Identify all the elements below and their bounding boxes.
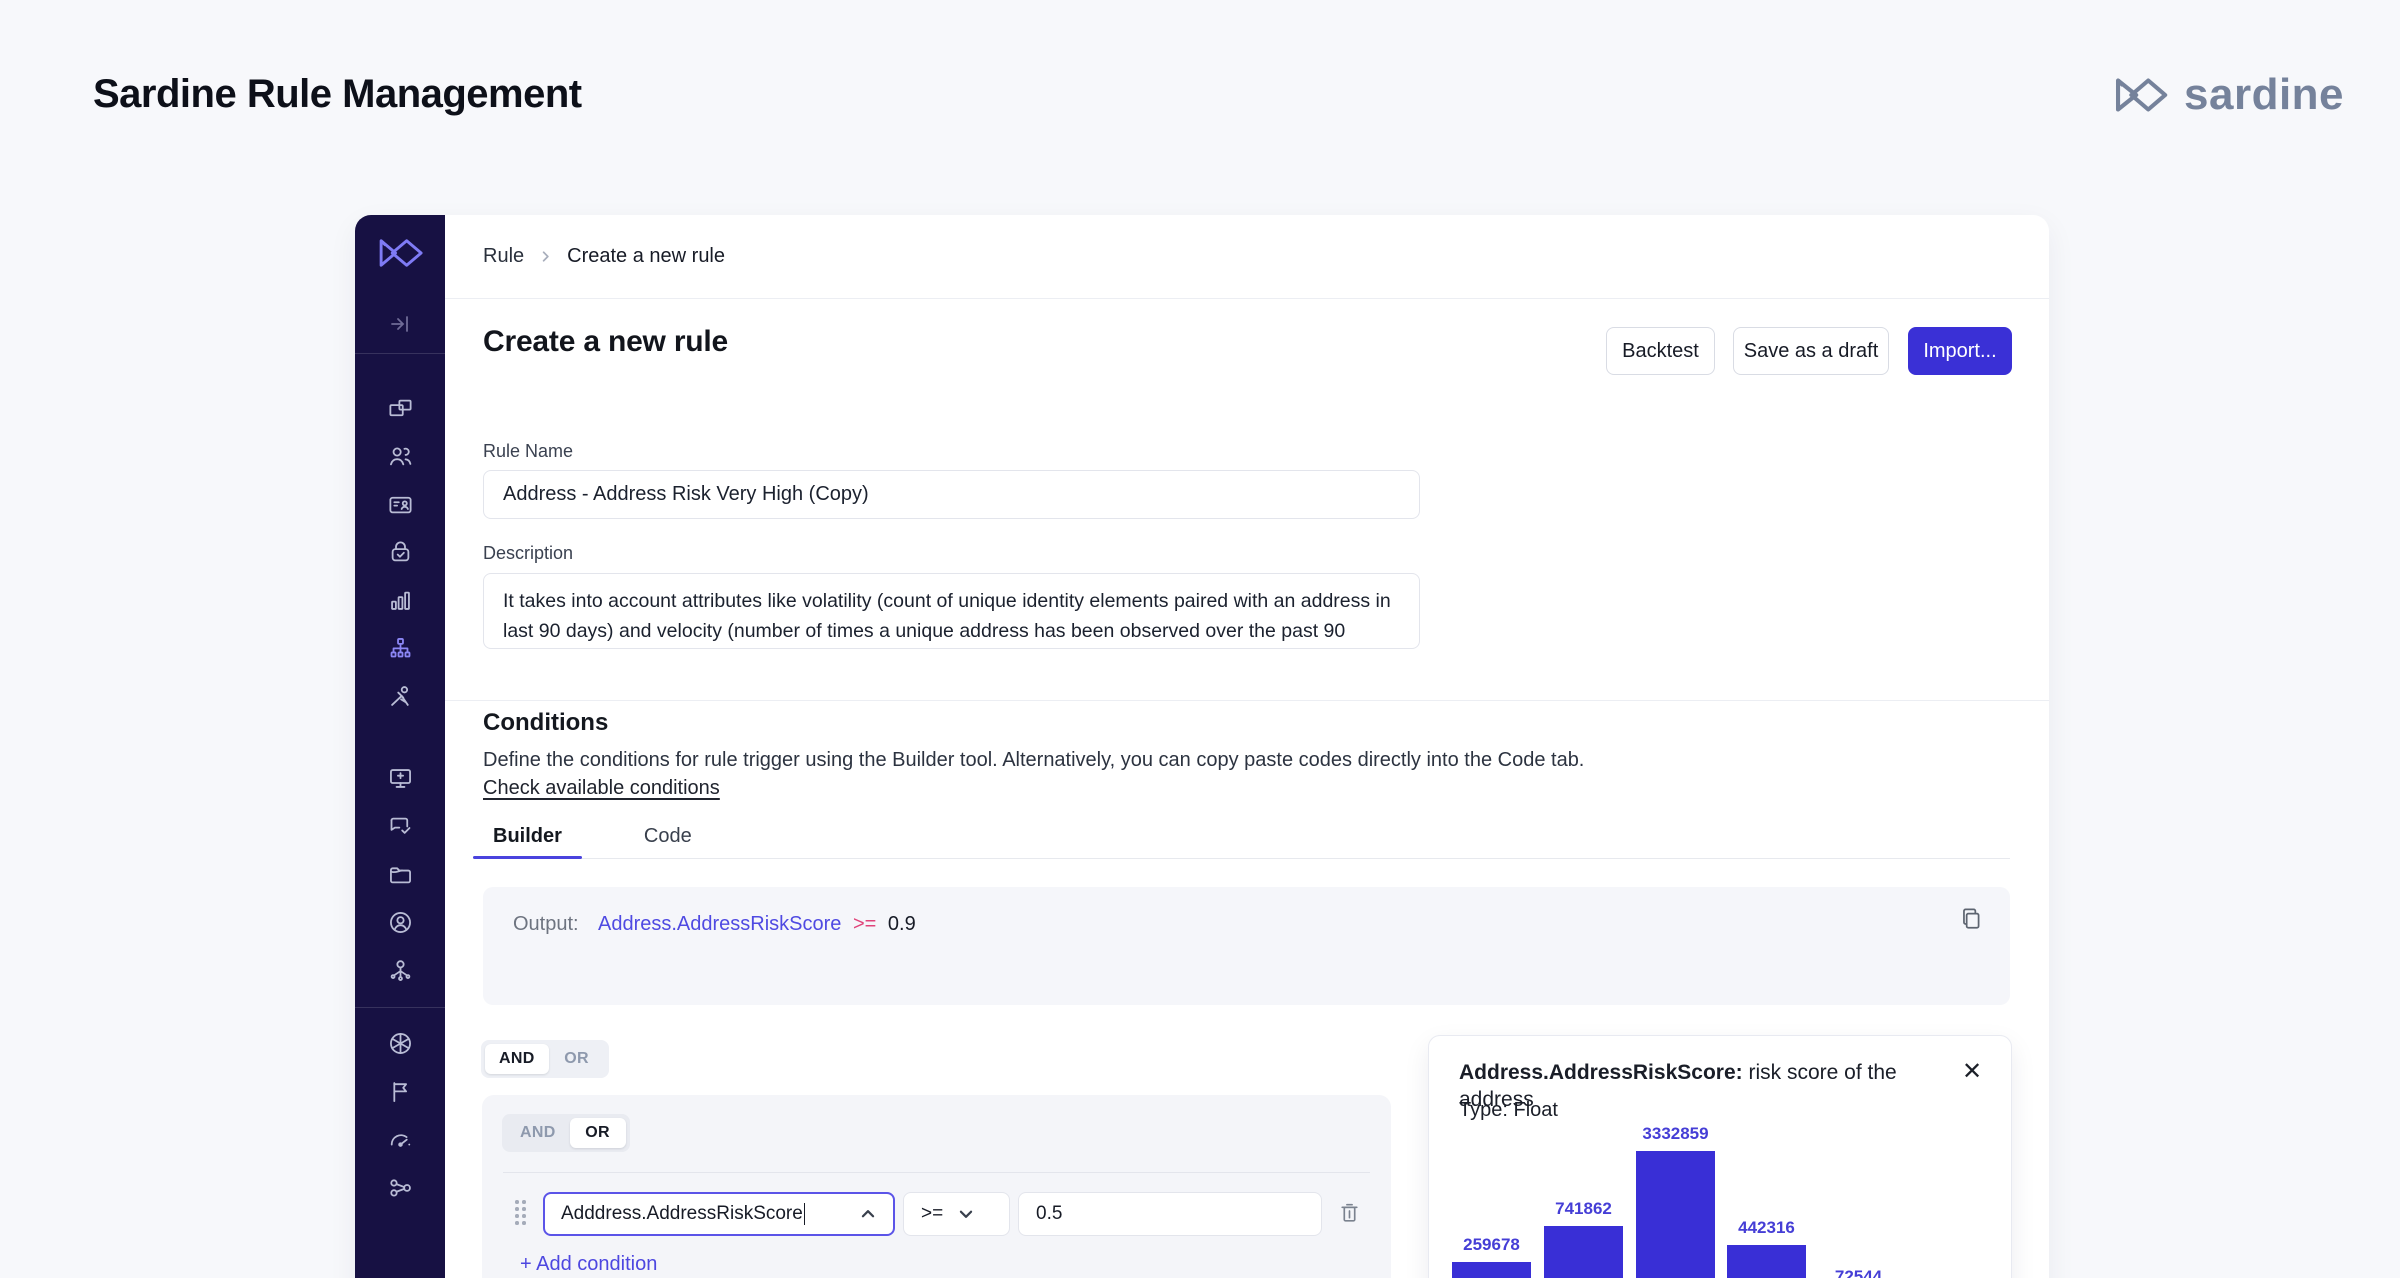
attribute-info-card: 259678 741862 3332859 442316 72544 Address.A…: [1428, 1035, 2012, 1278]
sidebar-item-gauge[interactable]: [355, 1126, 445, 1153]
copy-icon[interactable]: [1958, 905, 1988, 935]
group-or-option[interactable]: OR: [570, 1118, 626, 1148]
tab-code[interactable]: Code: [634, 823, 702, 858]
group-and-or-toggle: AND OR: [502, 1114, 630, 1152]
conditions-description: Define the conditions for rule trigger u…: [483, 749, 1584, 772]
description-label: Description: [483, 543, 573, 564]
group-and-option[interactable]: AND: [506, 1118, 570, 1148]
sidebar-item-user-circle[interactable]: [355, 909, 445, 936]
main-card: Rule Create a new rule Create a new rule…: [355, 215, 2049, 1278]
import-button[interactable]: Import...: [1908, 327, 2012, 375]
sidebar-logo[interactable]: [355, 233, 445, 273]
condition-value-input[interactable]: [1018, 1192, 1322, 1236]
chart-bar-label: 72544: [1789, 1267, 1929, 1278]
rule-name-input[interactable]: [483, 470, 1420, 519]
condition-field-input[interactable]: Adddress.AddressRiskScore: [543, 1192, 895, 1236]
trash-icon[interactable]: [1337, 1200, 1365, 1228]
sidebar-item-chat-check[interactable]: [355, 813, 445, 840]
condition-operator-select[interactable]: >=: [903, 1192, 1010, 1236]
close-icon[interactable]: ✕: [1957, 1056, 1987, 1086]
drag-handle[interactable]: [515, 1200, 529, 1230]
sidebar-item-person-flag[interactable]: [355, 683, 445, 710]
chart-bar-label: 259678: [1429, 1235, 1562, 1255]
chart-bar: [1544, 1226, 1623, 1278]
sidebar-item-secure-check[interactable]: [355, 539, 445, 566]
add-condition-button[interactable]: + Add condition: [520, 1253, 657, 1276]
description-textarea[interactable]: It takes into account attributes like vo…: [483, 573, 1420, 649]
sidebar-item-bar-chart[interactable]: [355, 587, 445, 614]
sidebar-item-folder[interactable]: [355, 861, 445, 888]
outer-and-option[interactable]: AND: [485, 1044, 549, 1074]
chart-bar-label: 741862: [1514, 1199, 1654, 1219]
sidebar-item-monitor-plus[interactable]: [355, 765, 445, 792]
divider: [445, 700, 2049, 701]
condition-group-panel: AND OR Adddress.AddressRiskScore >= + Ad…: [482, 1095, 1391, 1278]
info-title-attribute: Address.AddressRiskScore:: [1459, 1061, 1743, 1084]
collapse-sidebar-icon[interactable]: [355, 312, 445, 336]
chart-bar-label: 442316: [1697, 1218, 1837, 1238]
output-value: 0.9: [888, 913, 916, 935]
page-heading: Create a new rule: [483, 325, 728, 359]
condition-field-text: Adddress.AddressRiskScore: [561, 1203, 803, 1225]
breadcrumb: Rule Create a new rule: [445, 215, 2049, 299]
operator-text: >=: [921, 1203, 943, 1225]
sidebar-item-rules-tree[interactable]: [355, 635, 445, 662]
output-box: Output: Address.AddressRiskScore >= 0.9: [483, 887, 2010, 1005]
sidebar-item-customers[interactable]: [355, 443, 445, 470]
divider: [503, 1172, 1370, 1173]
outer-or-option[interactable]: OR: [549, 1044, 605, 1074]
brand-word: sardine: [2184, 70, 2344, 120]
sardine-fish-icon: [2112, 73, 2170, 117]
chart-bar: [1452, 1262, 1531, 1278]
breadcrumb-chevron-icon: [538, 249, 553, 264]
sidebar-item-id-card[interactable]: [355, 491, 445, 518]
breadcrumb-rule[interactable]: Rule: [483, 245, 524, 268]
text-caret: [804, 1203, 806, 1225]
conditions-title: Conditions: [483, 709, 608, 737]
sidebar-item-network-nodes[interactable]: [355, 957, 445, 984]
output-label: Output:: [513, 913, 579, 936]
output-field: Address.AddressRiskScore: [598, 913, 841, 935]
backtest-button[interactable]: Backtest: [1606, 327, 1715, 375]
content-area: Rule Create a new rule Create a new rule…: [445, 215, 2049, 1278]
breadcrumb-current: Create a new rule: [567, 245, 725, 268]
page-title: Sardine Rule Management: [93, 72, 582, 117]
tab-builder[interactable]: Builder: [483, 823, 572, 858]
sidebar-item-flag[interactable]: [355, 1078, 445, 1105]
sidebar-item-share-nodes[interactable]: [355, 1174, 445, 1201]
output-operator: >=: [847, 913, 882, 935]
rule-name-label: Rule Name: [483, 441, 573, 462]
outer-and-or-toggle: AND OR: [481, 1040, 609, 1078]
chart-bar-label: 3332859: [1606, 1124, 1746, 1144]
sidebar-item-wheel[interactable]: [355, 1030, 445, 1057]
sidebar-divider: [355, 353, 445, 354]
info-card-type: Type: Float: [1459, 1099, 1558, 1122]
chart-bar: [1636, 1151, 1715, 1278]
save-draft-button[interactable]: Save as a draft: [1733, 327, 1889, 375]
builder-code-tabs: Builder Code: [483, 823, 2010, 859]
check-available-conditions-link[interactable]: Check available conditions: [483, 777, 720, 800]
chevron-up-icon: [859, 1205, 877, 1223]
chevron-down-icon: [957, 1205, 975, 1223]
brand-logo: sardine: [2112, 70, 2344, 120]
output-expression: Address.AddressRiskScore >= 0.9: [598, 913, 916, 936]
sidebar-divider: [355, 1007, 445, 1008]
sidebar: [355, 215, 445, 1278]
sidebar-item-workspace[interactable]: [355, 395, 445, 422]
